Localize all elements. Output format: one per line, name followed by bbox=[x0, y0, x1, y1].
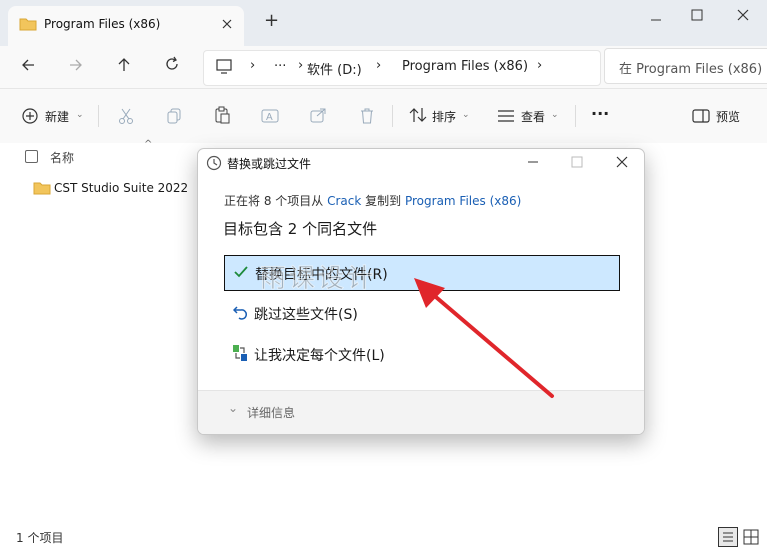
tab-title: Program Files (x86) bbox=[44, 17, 161, 31]
maximize-icon[interactable] bbox=[691, 9, 703, 21]
option-label: 让我决定每个文件(L) bbox=[254, 348, 385, 364]
preview-pane-icon[interactable] bbox=[692, 109, 710, 123]
chevron-down-icon: ⌄ bbox=[76, 110, 84, 120]
chevron-down-icon: ⌄ bbox=[462, 110, 470, 120]
dialog-title: 替换或跳过文件 bbox=[227, 157, 312, 171]
folder-icon bbox=[33, 180, 51, 195]
svg-text:A: A bbox=[266, 112, 273, 123]
select-all-checkbox[interactable] bbox=[25, 150, 38, 163]
tab-program-files[interactable]: Program Files (x86) bbox=[8, 6, 244, 46]
view-button[interactable]: 查看 bbox=[521, 108, 545, 125]
breadcrumb-chevron-icon: › bbox=[376, 58, 382, 73]
share-icon[interactable] bbox=[310, 107, 326, 123]
option-label: 跳过这些文件(S) bbox=[254, 307, 358, 323]
computer-icon bbox=[216, 59, 232, 74]
minimize-icon[interactable] bbox=[650, 14, 662, 26]
sort-indicator-icon: ^ bbox=[144, 139, 153, 150]
new-button[interactable]: 新建 bbox=[45, 108, 69, 125]
address-bar[interactable]: › ··· › 软件 (D:) › Program Files (x86) › bbox=[203, 50, 601, 86]
status-bar: 1 个项目 bbox=[0, 523, 767, 549]
chevron-down-icon[interactable]: ⌄ bbox=[228, 401, 238, 415]
delete-icon[interactable] bbox=[359, 107, 375, 124]
details-view-icon[interactable] bbox=[718, 527, 738, 547]
command-bar: 新建 ⌄ A 排序 ⌄ 查看 ⌄ ··· 预览 bbox=[0, 88, 767, 144]
item-count: 1 个项目 bbox=[16, 531, 64, 545]
back-icon[interactable] bbox=[20, 57, 36, 73]
rename-icon[interactable]: A bbox=[261, 107, 279, 125]
skip-icon bbox=[233, 304, 247, 320]
refresh-icon[interactable] bbox=[164, 56, 180, 72]
tab-strip: Program Files (x86) + bbox=[0, 0, 767, 46]
watermark: 雨课设计 bbox=[259, 264, 377, 295]
destination-link[interactable]: Program Files (x86) bbox=[405, 194, 521, 208]
search-input[interactable]: 在 Program Files (x86) 中 bbox=[604, 48, 767, 84]
minimize-icon[interactable] bbox=[527, 161, 539, 165]
summary-mid: 复制到 bbox=[365, 194, 402, 208]
view-icon[interactable] bbox=[497, 109, 515, 123]
breadcrumb-chevron-icon: › bbox=[537, 58, 543, 73]
sort-icon[interactable] bbox=[409, 107, 427, 123]
conflict-heading: 目标包含 2 个同名文件 bbox=[223, 220, 378, 238]
breadcrumb-chevron-icon: › bbox=[250, 58, 256, 73]
item-name: CST Studio Suite 2022 bbox=[54, 181, 189, 195]
copy-progress-icon bbox=[206, 155, 222, 171]
tiles-view-icon[interactable] bbox=[742, 528, 760, 546]
preview-button[interactable]: 预览 bbox=[716, 108, 740, 125]
check-icon bbox=[234, 266, 248, 278]
search-placeholder: 在 Program Files (x86) 中 bbox=[619, 62, 767, 77]
up-icon[interactable] bbox=[116, 56, 132, 72]
source-link[interactable]: Crack bbox=[327, 194, 361, 208]
breadcrumb-folder[interactable]: Program Files (x86) bbox=[402, 59, 528, 74]
new-tab-button[interactable]: + bbox=[264, 10, 279, 31]
breadcrumb-drive[interactable]: 软件 (D:) bbox=[307, 59, 362, 78]
copy-summary: 正在将 8 个项目从 Crack 复制到 Program Files (x86) bbox=[224, 192, 521, 209]
maximize-icon bbox=[571, 156, 583, 168]
paste-icon[interactable] bbox=[214, 106, 230, 124]
new-icon[interactable] bbox=[22, 108, 38, 124]
column-header-name[interactable]: 名称 bbox=[50, 149, 74, 166]
breadcrumb-chevron-icon: › bbox=[298, 58, 304, 73]
sort-button[interactable]: 排序 bbox=[432, 108, 456, 125]
close-icon[interactable] bbox=[616, 156, 628, 168]
breadcrumb-more[interactable]: ··· bbox=[274, 59, 286, 74]
divider bbox=[392, 105, 393, 127]
divider bbox=[98, 105, 99, 127]
divider bbox=[575, 105, 576, 127]
cut-icon[interactable] bbox=[118, 107, 134, 125]
copy-icon[interactable] bbox=[166, 107, 182, 125]
annotation-arrow bbox=[414, 278, 554, 398]
list-item[interactable]: CST Studio Suite 2022 bbox=[30, 179, 190, 199]
close-window-icon[interactable] bbox=[737, 9, 749, 21]
folder-icon bbox=[19, 16, 37, 31]
more-options-button[interactable]: ··· bbox=[591, 104, 609, 123]
chevron-down-icon: ⌄ bbox=[551, 110, 559, 120]
forward-icon[interactable] bbox=[68, 57, 84, 73]
summary-prefix: 正在将 8 个项目从 bbox=[224, 194, 324, 208]
decide-icon bbox=[232, 344, 248, 362]
close-tab-icon[interactable] bbox=[221, 18, 233, 30]
more-details-toggle[interactable]: 详细信息 bbox=[247, 404, 295, 421]
